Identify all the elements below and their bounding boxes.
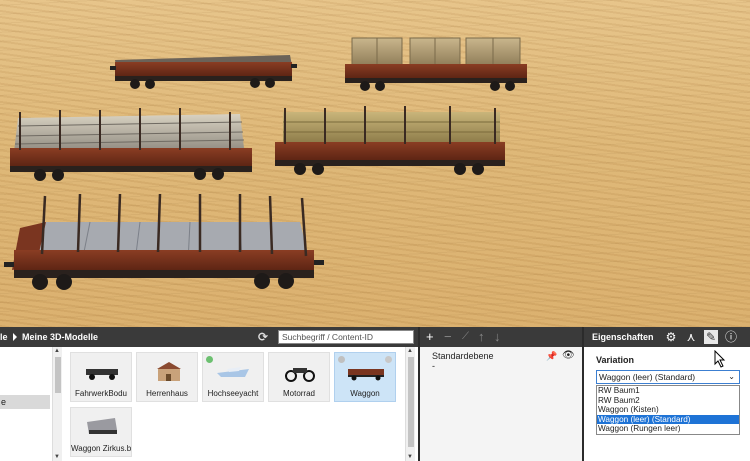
info-icon[interactable]: ⓘ [724, 330, 738, 344]
model-tile[interactable]: Motorrad [268, 352, 330, 402]
library-title: le [0, 332, 8, 342]
variation-option[interactable]: RW Baum1 [597, 386, 739, 396]
wagon-logs[interactable] [10, 108, 252, 181]
tiles-scrollbar[interactable]: ▲ ▼ [405, 347, 415, 461]
motorcycle-thumbnail [285, 368, 315, 382]
model-tile-label: Waggon [350, 389, 380, 398]
chassis-thumbnail [86, 369, 118, 380]
layers-panel: Standardebene - 📌 👁 [420, 347, 582, 461]
status-dot-icon [385, 356, 392, 363]
wagon-empty-flat[interactable] [110, 55, 297, 89]
model-tile[interactable]: Herrenhaus [136, 352, 198, 402]
3d-viewport[interactable] [0, 0, 750, 327]
wagon-thumbnail [348, 369, 384, 381]
variation-option[interactable]: Waggon (Kisten) [597, 405, 739, 415]
model-tile-label: Waggon Zirkus.bl [71, 444, 131, 453]
model-tile-label: Motorrad [282, 389, 315, 398]
model-tile-label: FahrwerkBodu [74, 389, 128, 398]
yacht-thumbnail [217, 367, 249, 377]
move-down-icon[interactable]: ↓ [494, 329, 501, 345]
properties-header: Eigenschaften ⚙ ⋏ ✎ ⓘ [584, 327, 750, 347]
variation-option[interactable]: RW Baum2 [597, 396, 739, 406]
mouse-cursor-icon [714, 350, 726, 368]
circus-wagon-thumbnail [87, 418, 117, 434]
refresh-icon[interactable]: ⟳ [258, 330, 268, 344]
model-tile[interactable]: Hochseeyacht [202, 352, 264, 402]
model-tile-label: Herrenhaus [146, 389, 188, 398]
move-up-icon[interactable]: ↑ [478, 329, 485, 345]
model-tile-label: Hochseeyacht [207, 389, 259, 398]
search-input[interactable]: Suchbegriff / Content-ID [278, 330, 414, 344]
layer-subtext: - [432, 361, 435, 371]
model-tile-selected[interactable]: Waggon [334, 352, 396, 402]
add-layer-icon[interactable]: + [426, 329, 434, 345]
model-library: e ▲ ▼ FahrwerkBodu Herrenhaus Hochseeyac… [0, 347, 418, 461]
wagon-straw[interactable] [275, 106, 505, 175]
folder-tree: e [0, 347, 50, 461]
house-thumbnail [157, 362, 181, 381]
library-header: le Meine 3D-Modelle ⟳ Suchbegriff / Cont… [0, 327, 418, 347]
gear-icon[interactable]: ⚙ [664, 330, 678, 344]
variation-option-selected[interactable]: Waggon (leer) (Standard) [597, 414, 739, 425]
variation-select-value: Waggon (leer) (Standard) [599, 372, 696, 382]
eye-icon[interactable]: 👁 [562, 350, 575, 361]
breadcrumb[interactable]: Meine 3D-Modelle [22, 332, 98, 342]
layers-toolbar: + − ⟋ ↑ ↓ [420, 327, 582, 347]
brush-icon[interactable]: ✎ [704, 330, 718, 344]
properties-title: Eigenschaften [592, 332, 654, 342]
variation-option[interactable]: Waggon (Rungen leer) [597, 424, 739, 434]
star-icon [338, 356, 345, 363]
breadcrumb-arrow-icon [13, 333, 17, 341]
variation-select[interactable]: Waggon (leer) (Standard) ⌄ [596, 370, 740, 384]
chevron-down-icon: ⌄ [728, 372, 735, 381]
variation-label: Variation [596, 355, 635, 365]
tree-scrollbar[interactable]: ▲ ▼ [52, 347, 62, 461]
nodes-icon[interactable]: ⋏ [684, 330, 698, 344]
pin-icon[interactable]: 📌 [546, 351, 557, 362]
model-tile[interactable]: FahrwerkBodu [70, 352, 132, 402]
layer-row[interactable]: Standardebene - 📌 👁 [426, 349, 576, 371]
wagon-stakes-empty[interactable] [4, 193, 324, 290]
layer-name: Standardebene [432, 351, 494, 361]
folder-tree-item-selected[interactable]: e [0, 395, 50, 409]
variation-dropdown-list: RW Baum1 RW Baum2 Waggon (Kisten) Waggon… [596, 385, 740, 435]
wagon-crates[interactable] [345, 37, 527, 91]
status-dot-icon [206, 356, 213, 363]
remove-layer-icon[interactable]: − [444, 329, 452, 345]
edit-layer-icon[interactable]: ⟋ [462, 329, 469, 345]
model-tile[interactable]: Waggon Zirkus.bl [70, 407, 132, 457]
